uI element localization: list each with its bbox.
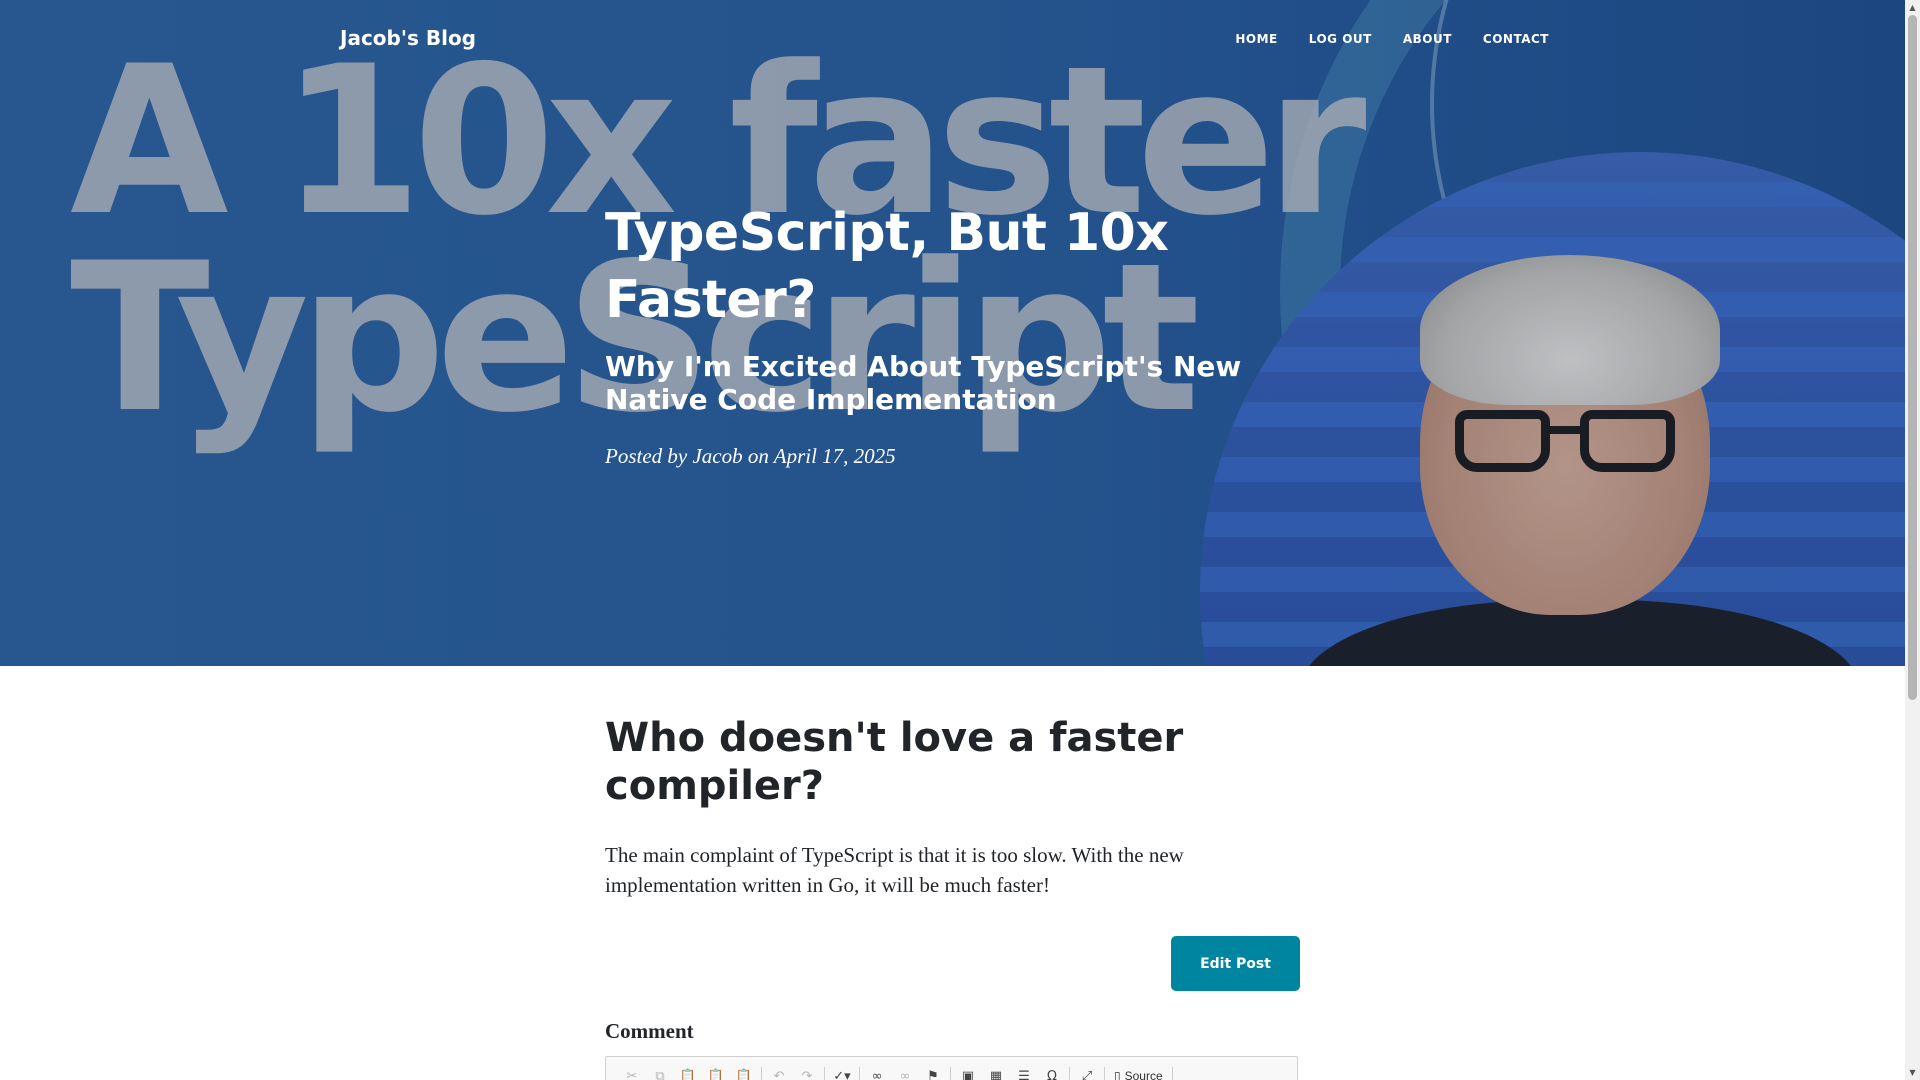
scroll-down-arrow-icon[interactable]: ▼ bbox=[1905, 1065, 1920, 1080]
toolbar-separator bbox=[1171, 1067, 1173, 1080]
source-button[interactable]: ▯ Source bbox=[1108, 1069, 1169, 1080]
link-icon[interactable]: ∞ bbox=[863, 1064, 891, 1080]
nav-link-contact[interactable]: CONTACT bbox=[1483, 32, 1549, 46]
toolbar-separator bbox=[761, 1067, 762, 1080]
paste-word-icon[interactable]: 📋 bbox=[730, 1064, 758, 1080]
comment-editor[interactable]: ✂ ⧉ 📋 📋 📋 ↶ ↷ ✓▾ ∞ ∞ ⚑ ▣ ▦ ☰ Ω ⤢ ▯ Sourc… bbox=[605, 1056, 1298, 1080]
toolbar-separator bbox=[859, 1067, 860, 1080]
toolbar-separator bbox=[950, 1067, 951, 1080]
redo-icon[interactable]: ↷ bbox=[793, 1064, 821, 1080]
maximize-icon[interactable]: ⤢ bbox=[1073, 1064, 1101, 1080]
toolbar-separator bbox=[824, 1067, 825, 1080]
toolbar-separator bbox=[1104, 1067, 1105, 1080]
scroll-up-arrow-icon[interactable]: ▲ bbox=[1905, 0, 1920, 15]
brand-link[interactable]: Jacob's Blog bbox=[340, 26, 476, 50]
cut-icon[interactable]: ✂ bbox=[618, 1064, 646, 1080]
unlink-icon[interactable]: ∞ bbox=[891, 1064, 919, 1080]
page: A 10x faster TypeScript Jacob's Blog HOM… bbox=[0, 0, 1905, 1080]
scrollbar-thumb[interactable] bbox=[1908, 15, 1917, 700]
post-meta: Posted by Jacob on April 17, 2025 bbox=[605, 444, 896, 468]
comment-label: Comment bbox=[605, 1019, 694, 1043]
paste-icon[interactable]: 📋 bbox=[674, 1064, 702, 1080]
post-title: TypeScript, But 10x Faster? bbox=[605, 203, 1169, 330]
undo-icon[interactable]: ↶ bbox=[765, 1064, 793, 1080]
nav-link-home[interactable]: HOME bbox=[1235, 32, 1277, 46]
source-label: Source bbox=[1124, 1069, 1163, 1080]
nav-links: HOME LOG OUT ABOUT CONTACT bbox=[1235, 32, 1549, 46]
source-icon: ▯ bbox=[1114, 1069, 1121, 1080]
edit-row: Edit Post bbox=[605, 936, 1300, 992]
horizontal-rule-icon[interactable]: ☰ bbox=[1010, 1064, 1038, 1080]
table-icon[interactable]: ▦ bbox=[982, 1064, 1010, 1080]
nav-link-logout[interactable]: LOG OUT bbox=[1309, 32, 1372, 46]
post-content: Who doesn't love a faster compiler? The … bbox=[605, 700, 1300, 1080]
main-navbar: Jacob's Blog HOME LOG OUT ABOUT CONTACT bbox=[0, 0, 1905, 80]
image-icon[interactable]: ▣ bbox=[954, 1064, 982, 1080]
post-masthead: A 10x faster TypeScript Jacob's Blog HOM… bbox=[0, 0, 1905, 666]
special-char-icon[interactable]: Ω bbox=[1038, 1064, 1066, 1080]
anchor-icon[interactable]: ⚑ bbox=[919, 1064, 947, 1080]
toolbar-separator bbox=[1069, 1067, 1070, 1080]
section-heading: Who doesn't love a faster compiler? bbox=[605, 715, 1184, 809]
paste-text-icon[interactable]: 📋 bbox=[702, 1064, 730, 1080]
page-scrollbar[interactable]: ▲ ▼ bbox=[1905, 0, 1920, 1080]
post-heading: TypeScript, But 10x Faster? Why I'm Exci… bbox=[605, 200, 1305, 469]
edit-post-button[interactable]: Edit Post bbox=[1171, 936, 1300, 991]
spellcheck-icon[interactable]: ✓▾ bbox=[828, 1064, 856, 1080]
editor-toolbar: ✂ ⧉ 📋 📋 📋 ↶ ↷ ✓▾ ∞ ∞ ⚑ ▣ ▦ ☰ Ω ⤢ ▯ Sourc… bbox=[606, 1057, 1297, 1080]
post-body-paragraph: The main complaint of TypeScript is that… bbox=[605, 843, 1184, 897]
post-subtitle: Why I'm Excited About TypeScript's New N… bbox=[605, 350, 1242, 416]
nav-link-about[interactable]: ABOUT bbox=[1403, 32, 1452, 46]
copy-icon[interactable]: ⧉ bbox=[646, 1064, 674, 1080]
